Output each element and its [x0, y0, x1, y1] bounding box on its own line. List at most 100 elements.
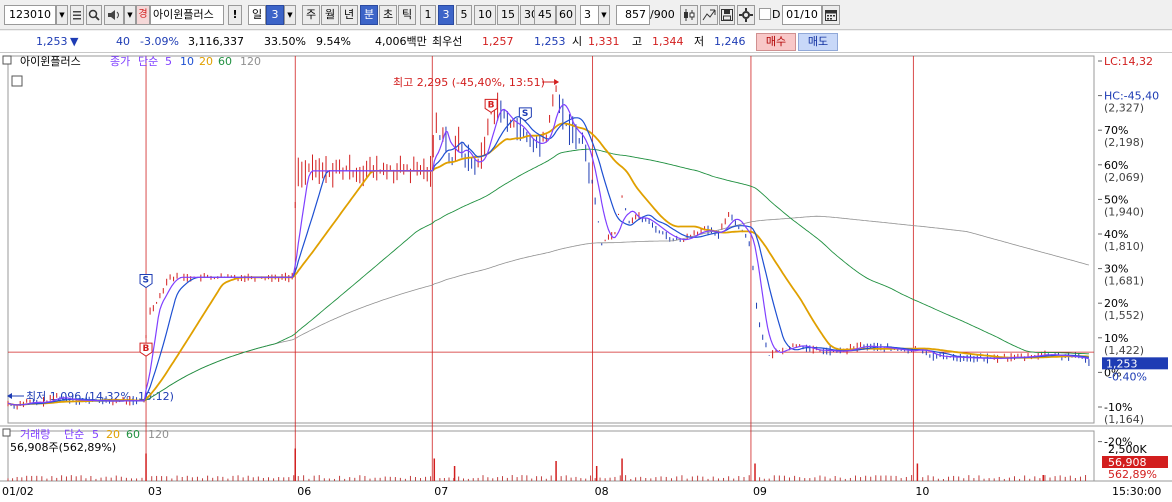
toolbar: 123010 ▼ ▼ 경 아이윈플러스 ! 일 3 ▼ 주 월 년 분 초 틱 … [0, 0, 1172, 30]
trade-marker-label: S [143, 276, 149, 286]
legend-ma-label: 단순 [138, 55, 158, 68]
buy-button[interactable]: 매수 [756, 33, 796, 51]
legend-box-icon[interactable] [2, 55, 12, 65]
y-axis-price-label: (1,681) [1104, 275, 1144, 288]
trade-marker-label: S [522, 109, 528, 119]
x-tick-label: 06 [297, 485, 311, 498]
price-change-pct: -3.09% [140, 35, 179, 48]
chart-area[interactable]: 아이윈플러스 종가 단순 5 10 20 60 120 거래량 단순 5 20 … [0, 53, 1172, 502]
tab-minute[interactable]: 분 [360, 5, 378, 25]
time-label: 15:30:00 [1112, 485, 1161, 498]
y-axis-pct-label: LC:14,32 [1104, 55, 1153, 68]
interval-10[interactable]: 10 [474, 5, 496, 25]
interval-45[interactable]: 45 [534, 5, 556, 25]
y-axis-price-label: (1,422) [1104, 344, 1144, 357]
interval-60[interactable]: 60 [556, 5, 576, 25]
chevron-down-icon[interactable]: ▼ [56, 5, 68, 25]
volume-legend-ma-label: 단순 [64, 428, 84, 441]
list-icon[interactable] [70, 5, 84, 25]
volume: 3,116,337 [188, 35, 244, 48]
low-price: 1,246 [714, 35, 746, 48]
quote-bar: 1,253 ▼ 40 -3.09% 3,116,337 33.50% 9.54%… [0, 31, 1172, 53]
open-label: 시 [572, 35, 583, 48]
stock-code-input[interactable]: 123010 [4, 5, 56, 25]
volume-legend-ma20: 20 [106, 428, 120, 441]
volume-axis-label: 2,500K [1108, 443, 1147, 456]
tab-week[interactable]: 주 [302, 5, 320, 25]
y-axis-price-label: (2,327) [1104, 102, 1144, 115]
interval-5[interactable]: 5 [456, 5, 472, 25]
y-axis-price-label: (1,552) [1104, 309, 1144, 322]
stock-name-field[interactable]: 아이윈플러스 [150, 5, 224, 25]
current-pct-label: -0.40% [1108, 370, 1147, 383]
calendar-icon[interactable] [822, 5, 840, 25]
chart-window: 123010 ▼ ▼ 경 아이윈플러스 ! 일 3 ▼ 주 월 년 분 초 틱 … [0, 0, 1172, 502]
trade-marker-label: B [143, 344, 150, 354]
search-icon[interactable] [86, 5, 102, 25]
legend-ma120: 120 [240, 55, 261, 68]
range-input[interactable]: 857 [616, 5, 650, 25]
speaker-icon[interactable] [104, 5, 124, 25]
interval-1[interactable]: 1 [420, 5, 436, 25]
period-count-input[interactable]: 3 [266, 5, 284, 25]
x-tick-label: 08 [595, 485, 609, 498]
volume-value: 56,908주(562,89%) [10, 441, 116, 454]
interval-3[interactable]: 3 [438, 5, 454, 25]
high-annotation: 최고 2,295 (-45,40%, 13:51) [393, 76, 545, 89]
tab-month[interactable]: 월 [321, 5, 339, 25]
chevron-down-icon[interactable]: ▼ [284, 5, 296, 25]
volume-pct: 33.50% [264, 35, 306, 48]
legend-ma10: 10 [180, 55, 194, 68]
legend-ma5: 5 [165, 55, 172, 68]
grid-toggle-icon[interactable] [11, 75, 23, 87]
legend-ma60: 60 [218, 55, 232, 68]
candle-type-icon[interactable] [680, 5, 698, 25]
interval-15[interactable]: 15 [497, 5, 519, 25]
trendline-icon[interactable] [700, 5, 718, 25]
price-plot-frame [7, 55, 1095, 424]
high-label: 고 [632, 35, 643, 48]
y-axis-price-label: (1,810) [1104, 240, 1144, 253]
volume-pct-label: 562,89% [1108, 468, 1157, 481]
alert-button[interactable]: ! [228, 5, 242, 25]
bid-price: 1,253 [534, 35, 566, 48]
price-change: 40 [116, 35, 130, 48]
d-label: D [772, 8, 781, 21]
chevron-down-icon[interactable]: ▼ [598, 5, 610, 25]
low-label: 저 [694, 35, 705, 48]
trade-marker-label: B [488, 100, 495, 110]
x-tick-label: 03 [148, 485, 162, 498]
volume-legend-label: 거래량 [20, 428, 50, 441]
date-input[interactable]: 01/10 [782, 5, 822, 25]
period-day-button[interactable]: 일 [248, 5, 266, 25]
current-price: 1,253 [36, 35, 68, 48]
sell-button[interactable]: 매도 [798, 33, 838, 51]
tab-year[interactable]: 년 [340, 5, 358, 25]
y-axis-price-label: (2,198) [1104, 136, 1144, 149]
save-icon[interactable] [719, 5, 735, 25]
y-axis-price-label: (1,164) [1104, 413, 1144, 426]
chevron-down-icon[interactable]: ▼ [124, 5, 136, 25]
x-tick-label: 01/02 [2, 485, 34, 498]
tab-tick[interactable]: 틱 [398, 5, 416, 25]
price-chart[interactable]: 아이윈플러스 종가 단순 5 10 20 60 120 거래량 단순 5 20 … [0, 53, 1172, 502]
x-tick-label: 10 [915, 485, 929, 498]
range-total: /900 [650, 8, 675, 21]
legend-ma20: 20 [199, 55, 213, 68]
tab-second[interactable]: 초 [379, 5, 397, 25]
chart-title: 아이윈플러스 [20, 54, 81, 68]
gear-icon[interactable] [737, 5, 755, 25]
volume-plot-frame [7, 430, 1095, 482]
open-price: 1,331 [588, 35, 620, 48]
turnover-rate: 9.54% [316, 35, 351, 48]
high-price: 1,344 [652, 35, 684, 48]
x-tick-label: 09 [753, 485, 767, 498]
volume-legend-ma5: 5 [92, 428, 99, 441]
best-quote-label: 최우선 [432, 35, 463, 48]
volume-legend-box-icon[interactable] [2, 428, 11, 437]
down-arrow-icon: ▼ [70, 35, 79, 48]
date-checkbox[interactable] [759, 8, 771, 20]
warning-badge: 경 [136, 5, 150, 25]
volume-legend-ma120: 120 [148, 428, 169, 441]
y-axis-price-label: (2,069) [1104, 171, 1144, 184]
